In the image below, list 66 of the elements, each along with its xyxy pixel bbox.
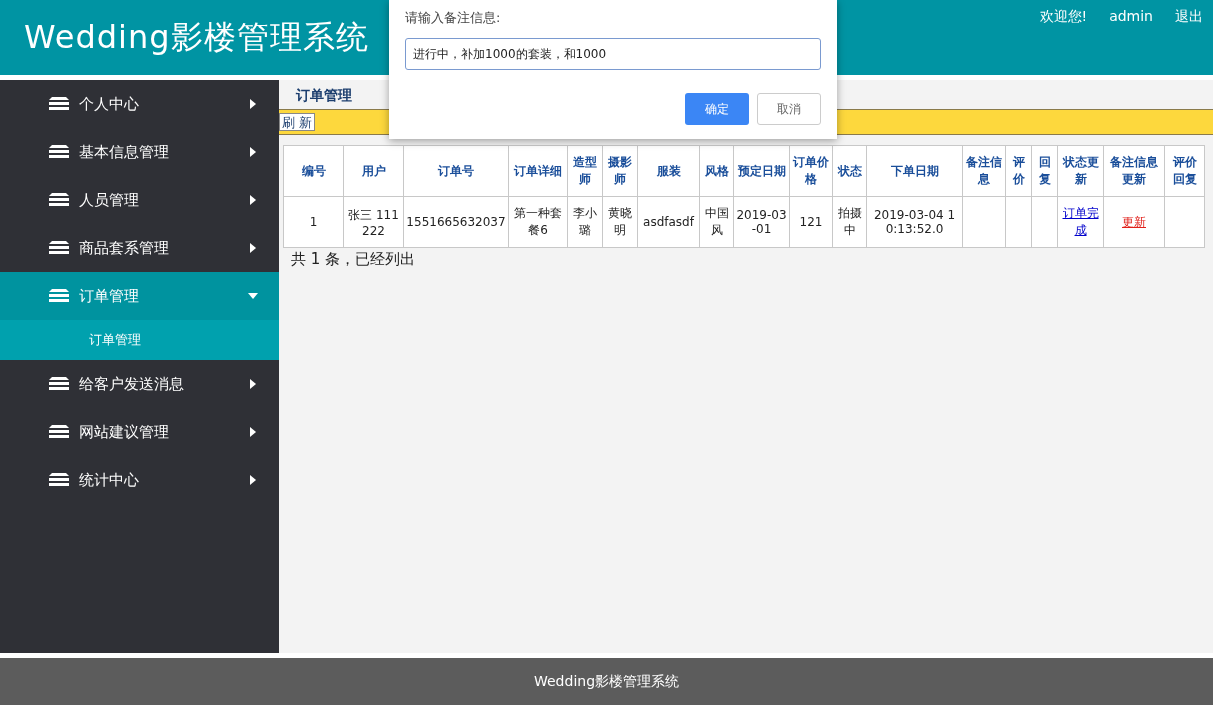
app-title: Wedding影楼管理系统: [23, 17, 369, 58]
sidebar-item[interactable]: 人员管理: [0, 176, 279, 224]
confirm-button[interactable]: 确定: [685, 93, 749, 125]
table-cell: 黄晓明: [608, 206, 632, 237]
caret-right-icon: [250, 243, 256, 253]
column-header: 服装: [637, 145, 700, 197]
caret-right-icon: [250, 427, 256, 437]
sidebar-item[interactable]: 基本信息管理: [0, 128, 279, 176]
sidebar-item[interactable]: 商品套系管理: [0, 224, 279, 272]
sidebar-item[interactable]: 个人中心: [0, 80, 279, 128]
table-cell: 第一种套餐6: [514, 206, 562, 237]
column-header: 用户: [343, 145, 404, 197]
column-header: 回复: [1031, 145, 1058, 197]
logout-link[interactable]: 退出: [1175, 8, 1203, 75]
column-header: 状态更新: [1057, 145, 1104, 197]
column-header: 造型师: [567, 145, 603, 197]
column-header: 备注信息: [962, 145, 1006, 197]
layers-icon: [49, 288, 69, 304]
column-header: 预定日期: [733, 145, 790, 197]
column-header: 状态: [832, 145, 867, 197]
sidebar-item[interactable]: 网站建议管理: [0, 408, 279, 456]
column-header: 编号: [283, 145, 344, 197]
column-header: 备注信息更新: [1103, 145, 1165, 197]
layers-icon: [49, 192, 69, 208]
caret-right-icon: [250, 379, 256, 389]
table-cell: 拍摄中: [837, 206, 862, 237]
layers-icon: [49, 240, 69, 256]
column-header: 订单价格: [789, 145, 833, 197]
dialog-prompt: 请输入备注信息:: [405, 9, 502, 27]
caret-right-icon: [250, 475, 256, 485]
layers-icon: [49, 144, 69, 160]
refresh-button[interactable]: 刷 新: [279, 113, 316, 131]
column-header: 评价: [1005, 145, 1032, 197]
column-header: 摄影师: [602, 145, 638, 197]
caret-right-icon: [250, 195, 256, 205]
sidebar-item[interactable]: 统计中心: [0, 456, 279, 504]
layers-icon: [49, 472, 69, 488]
layers-icon: [49, 376, 69, 392]
layers-icon: [49, 96, 69, 112]
column-header: 订单号: [403, 145, 509, 197]
welcome-text: 欢迎您!: [1039, 8, 1088, 26]
table-cell: 1551665632037: [406, 215, 506, 229]
username-link[interactable]: admin: [1109, 8, 1153, 75]
column-header: 评价回复: [1164, 145, 1205, 197]
layers-icon: [49, 424, 69, 440]
column-header: 下单日期: [866, 145, 963, 197]
footer-text: Wedding影楼管理系统: [533, 672, 680, 691]
table-cell: asdfasdf: [643, 215, 694, 229]
table-cell: 中国风: [704, 206, 729, 237]
table-cell: 李小璐: [573, 206, 597, 237]
cancel-button[interactable]: 取消: [757, 93, 821, 125]
column-header: 风格: [699, 145, 734, 197]
summary-text: 共 1 条，已经列出: [290, 249, 417, 269]
caret-right-icon: [250, 99, 256, 109]
column-header: 订单详细: [508, 145, 568, 197]
table-cell: 1: [309, 215, 318, 229]
table-cell: 121: [799, 215, 823, 229]
input-field[interactable]: 进行中，补加1000的套装，和1000: [405, 38, 821, 70]
sidebar-item[interactable]: 给客户发送消息: [0, 360, 279, 408]
sidebar-item[interactable]: 订单管理: [0, 272, 279, 320]
table-cell: 2019-03-04 10:13:52.0: [873, 208, 956, 236]
caret-right-icon: [250, 147, 256, 157]
table-cell: 张三 111222: [348, 207, 399, 238]
table-cell: 2019-03-01: [736, 208, 787, 236]
caret-down-icon: [248, 293, 258, 299]
update-link[interactable]: 更新: [1122, 213, 1146, 231]
